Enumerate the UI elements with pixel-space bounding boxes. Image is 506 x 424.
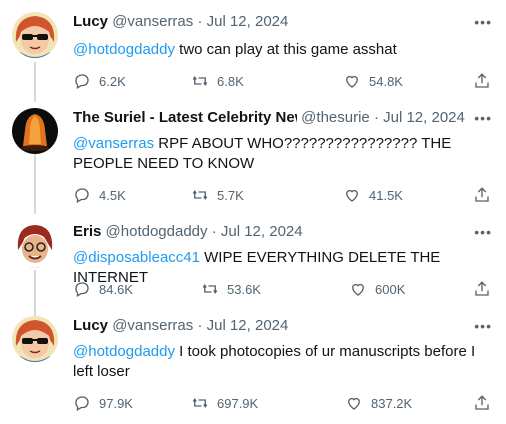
mention-link[interactable]: @disposableacc41 <box>73 249 200 266</box>
share-button[interactable] <box>473 280 491 301</box>
action-bar: 4.5K 5.7K 41.5K <box>73 186 493 206</box>
reply-icon <box>75 282 89 297</box>
tweet-header: Eris @hotdogdaddy · Jul 12, 2024 <box>73 222 303 242</box>
tweet-header: The Suriel - Latest Celebrity New @thesu… <box>73 108 465 128</box>
reply-icon <box>75 396 89 411</box>
reply-count: 6.2K <box>99 73 126 89</box>
retweet-button[interactable]: 6.8K <box>191 72 244 90</box>
retweet-icon <box>192 398 208 408</box>
tweet[interactable]: Lucy @vanserras · Jul 12, 2024 ••• @hotd… <box>0 316 506 420</box>
retweet-count: 53.6K <box>227 281 261 297</box>
retweet-button[interactable]: 53.6K <box>201 280 261 298</box>
tweet[interactable]: The Suriel - Latest Celebrity New @thesu… <box>0 108 506 208</box>
like-count: 41.5K <box>369 187 403 203</box>
share-button[interactable] <box>473 186 491 207</box>
heart-icon <box>346 189 358 202</box>
share-icon <box>475 187 489 202</box>
retweet-button[interactable]: 5.7K <box>191 186 244 204</box>
tweet-body-text: two can play at this game asshat <box>174 41 397 58</box>
share-icon <box>475 395 489 410</box>
tweet-text: @hotdogdaddy I took photocopies of ur ma… <box>73 342 483 382</box>
tweet-date[interactable]: Jul 12, 2024 <box>207 317 289 334</box>
like-button[interactable]: 54.8K <box>343 72 403 90</box>
like-count: 600K <box>375 281 406 297</box>
separator: · <box>197 13 203 30</box>
share-button[interactable] <box>473 394 491 415</box>
reply-count: 84.6K <box>99 281 133 297</box>
mention-link[interactable]: @hotdogdaddy <box>73 41 175 58</box>
reply-icon <box>75 188 89 203</box>
reply-count: 97.9K <box>99 395 133 411</box>
retweet-icon <box>192 190 208 200</box>
heart-icon <box>346 75 358 88</box>
like-button[interactable]: 41.5K <box>343 186 403 204</box>
tweet[interactable]: Lucy @vanserras · Jul 12, 2024 ••• @hotd… <box>0 12 506 102</box>
user-handle[interactable]: @vanserras <box>112 13 193 30</box>
heart-icon <box>348 397 360 410</box>
like-count: 837.2K <box>371 395 413 411</box>
tweet-text: @vanserras RPF ABOUT WHO????????????????… <box>73 134 498 174</box>
retweet-icon <box>202 284 218 294</box>
tweet[interactable]: Eris @hotdogdaddy · Jul 12, 2024 ••• @di… <box>0 222 506 302</box>
action-bar: 6.2K 6.8K 54.8K <box>73 72 493 92</box>
display-name[interactable]: The Suriel - Latest Celebrity New <box>73 108 297 128</box>
mention-link[interactable]: @vanserras <box>73 135 154 152</box>
reply-button[interactable]: 84.6K <box>73 280 133 298</box>
display-name[interactable]: Lucy <box>73 317 108 334</box>
reply-count: 4.5K <box>99 187 126 203</box>
tweet-date[interactable]: Jul 12, 2024 <box>207 13 289 30</box>
tweet-header: Lucy @vanserras · Jul 12, 2024 <box>73 316 288 336</box>
reply-icon <box>75 74 89 89</box>
user-handle[interactable]: @hotdogdaddy <box>106 223 208 240</box>
more-icon[interactable]: ••• <box>474 110 492 126</box>
user-handle[interactable]: @thesurie <box>301 109 370 126</box>
separator: · <box>373 109 379 126</box>
separator: · <box>197 317 203 334</box>
tweet-header: Lucy @vanserras · Jul 12, 2024 <box>73 12 288 32</box>
retweet-count: 6.8K <box>217 73 244 89</box>
action-bar: 84.6K 53.6K 600K <box>73 280 493 300</box>
reply-button[interactable]: 97.9K <box>73 394 133 412</box>
display-name[interactable]: Lucy <box>73 13 108 30</box>
more-icon[interactable]: ••• <box>474 14 492 30</box>
retweet-count: 697.9K <box>217 395 259 411</box>
share-icon <box>475 281 489 296</box>
like-count: 54.8K <box>369 73 403 89</box>
display-name[interactable]: Eris <box>73 223 101 240</box>
tweet-date[interactable]: Jul 12, 2024 <box>221 223 303 240</box>
share-icon <box>475 73 489 88</box>
tweet-date[interactable]: Jul 12, 2024 <box>383 109 465 126</box>
reply-button[interactable]: 6.2K <box>73 72 126 90</box>
avatar[interactable] <box>12 12 58 58</box>
user-handle[interactable]: @vanserras <box>112 317 193 334</box>
heart-icon <box>352 283 364 296</box>
retweet-button[interactable]: 697.9K <box>191 394 258 412</box>
more-icon[interactable]: ••• <box>474 224 492 240</box>
tweet-text: @hotdogdaddy two can play at this game a… <box>73 40 498 60</box>
action-bar: 97.9K 697.9K 837.2K <box>73 394 493 414</box>
avatar[interactable] <box>12 316 58 362</box>
reply-button[interactable]: 4.5K <box>73 186 126 204</box>
more-icon[interactable]: ••• <box>474 318 492 334</box>
retweet-icon <box>192 76 208 86</box>
retweet-count: 5.7K <box>217 187 244 203</box>
avatar[interactable] <box>12 108 58 154</box>
like-button[interactable]: 837.2K <box>345 394 412 412</box>
avatar[interactable] <box>12 222 58 268</box>
share-button[interactable] <box>473 72 491 93</box>
mention-link[interactable]: @hotdogdaddy <box>73 343 175 360</box>
separator: · <box>211 223 217 240</box>
like-button[interactable]: 600K <box>349 280 405 298</box>
